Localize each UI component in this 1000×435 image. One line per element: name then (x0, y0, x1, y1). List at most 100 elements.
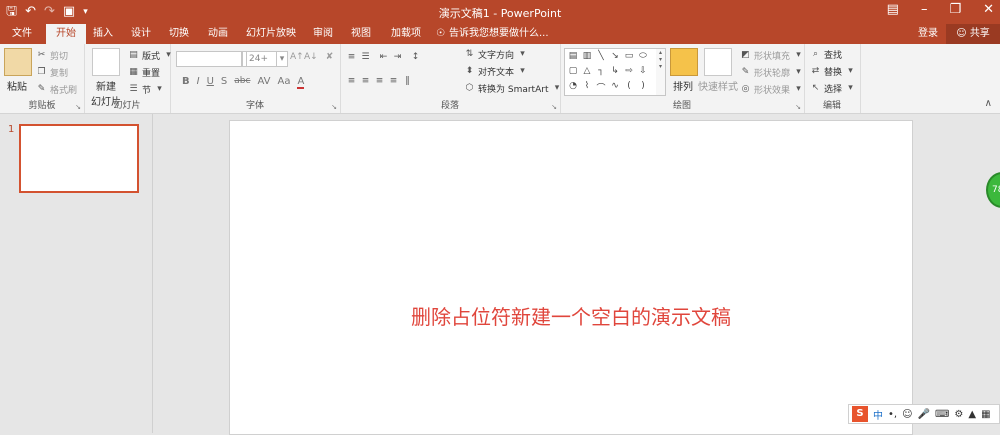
dialog-launcher-icon[interactable]: ↘ (75, 103, 81, 111)
find-button[interactable]: ⌕ 查找 (810, 48, 842, 61)
share-button[interactable]: ☺ 共享 (946, 24, 1000, 44)
apps-icon[interactable]: ▦ (981, 409, 990, 420)
ime-mode[interactable]: 中 (873, 407, 883, 422)
font-size-dropdown-icon[interactable]: ▾ (276, 51, 288, 67)
microphone-icon[interactable]: 🎤 (918, 409, 930, 420)
bold-button[interactable]: B (182, 76, 190, 89)
italic-button[interactable]: I (197, 76, 200, 89)
pie-shape-icon[interactable]: ◔ (567, 81, 579, 91)
curve-shape-icon[interactable]: ⌇ (581, 81, 593, 91)
format-painter-button[interactable]: ✎ 格式刷 (36, 83, 77, 96)
right-arrow-shape-icon[interactable]: ⇨ (623, 66, 635, 76)
font-color-button[interactable]: A (297, 76, 305, 89)
shapes-gallery[interactable]: ▤ ▥ ╲ ↘ ▭ ⬭ ▢ △ ┐ ↳ ⇨ ⇩ ◔ ⌇ ⌒ ∿ ( ) (564, 48, 658, 96)
paste-label: 粘贴 (7, 82, 27, 93)
tab-review[interactable]: 审阅 (308, 24, 338, 44)
sogou-logo-icon[interactable]: S (852, 406, 868, 422)
shapes-gallery-scroll[interactable]: ▴ ▾ ▾ (656, 48, 666, 96)
bullets-icon[interactable]: ≡ (346, 52, 357, 63)
close-icon[interactable]: ✕ (983, 2, 994, 17)
tab-file[interactable]: 文件 (4, 24, 40, 44)
change-case-button[interactable]: Aa (278, 76, 291, 89)
elbow-connector-shape-icon[interactable]: ┐ (595, 66, 607, 76)
paste-button[interactable]: 粘贴 (4, 48, 32, 93)
align-right-icon[interactable]: ≡ (374, 76, 385, 87)
arrow-line-shape-icon[interactable]: ↘ (609, 51, 621, 61)
char-spacing-button[interactable]: AV (257, 76, 270, 89)
quick-styles-button[interactable]: 快速样式 (698, 48, 738, 93)
tab-view[interactable]: 视图 (346, 24, 376, 44)
section-button[interactable]: ☰ 节 ▾ (128, 83, 165, 96)
dialog-launcher-icon[interactable]: ↘ (551, 103, 557, 111)
down-arrow-shape-icon[interactable]: ⇩ (637, 66, 649, 76)
slide-thumbnail[interactable] (19, 124, 139, 193)
copy-button[interactable]: ❐ 复制 (36, 66, 68, 79)
align-left-icon[interactable]: ≡ (346, 76, 357, 87)
left-brace-shape-icon[interactable]: ( (623, 81, 635, 91)
tab-transitions[interactable]: 切换 (164, 24, 194, 44)
reset-button[interactable]: ▦ 重置 (128, 66, 160, 79)
chevron-down-icon: ▾ (848, 66, 853, 76)
tell-me-box[interactable]: ☉ 告诉我您想要做什么... (436, 24, 549, 44)
increase-indent-icon[interactable]: ⇥ (392, 52, 403, 63)
cut-button[interactable]: ✂ 剪切 (36, 49, 68, 62)
tab-insert[interactable]: 插入 (88, 24, 118, 44)
clear-format-icon[interactable]: ✘ (324, 52, 335, 63)
select-button[interactable]: ↖ 选择 ▾ (810, 82, 856, 95)
skin-icon[interactable]: ▲ (968, 409, 976, 420)
punctuation-icon[interactable]: •, (888, 409, 897, 420)
login-link[interactable]: 登录 (918, 24, 938, 44)
underline-button[interactable]: U (207, 76, 214, 89)
oval-shape-icon[interactable]: ⬭ (637, 51, 649, 61)
tab-animations[interactable]: 动画 (203, 24, 233, 44)
slide-canvas[interactable]: 删除占位符新建一个空白的演示文稿 (229, 120, 913, 435)
align-text-button[interactable]: ⬍ 对齐文本 ▾ (464, 65, 528, 78)
smartart-button[interactable]: ⬡ 转换为 SmartArt ▾ (464, 82, 562, 95)
tab-addins[interactable]: 加载项 (386, 24, 426, 44)
emoji-icon[interactable]: ☺ (902, 409, 912, 420)
align-center-icon[interactable]: ≡ (360, 76, 371, 87)
dialog-launcher-icon[interactable]: ↘ (795, 103, 801, 111)
tab-home[interactable]: 开始 (46, 24, 86, 44)
layout-button[interactable]: ▤ 版式 ▾ (128, 49, 174, 62)
replace-button[interactable]: ⇄ 替换 ▾ (810, 65, 856, 78)
wave-shape-icon[interactable]: ∿ (609, 81, 621, 91)
textbox-shape-icon[interactable]: ▤ (567, 51, 579, 61)
strikethrough-button[interactable]: abc (234, 76, 250, 89)
triangle-shape-icon[interactable]: △ (581, 66, 593, 76)
font-name-select[interactable] (176, 51, 242, 67)
elbow-arrow-shape-icon[interactable]: ↳ (609, 66, 621, 76)
group-label-font: 字体 (245, 101, 264, 111)
rounded-rectangle-shape-icon[interactable]: ▢ (567, 66, 579, 76)
columns-icon[interactable]: ‖ (402, 76, 413, 87)
shadow-button[interactable]: S (221, 76, 227, 89)
line-spacing-icon[interactable]: ↕ (410, 52, 421, 63)
font-size-select[interactable]: 24+ (246, 51, 278, 67)
restore-icon[interactable]: ❐ (949, 2, 961, 17)
right-brace-shape-icon[interactable]: ) (637, 81, 649, 91)
decrease-indent-icon[interactable]: ⇤ (378, 52, 389, 63)
arc-shape-icon[interactable]: ⌒ (595, 81, 607, 94)
rectangle-shape-icon[interactable]: ▭ (623, 51, 635, 61)
line-shape-icon[interactable]: ╲ (595, 51, 607, 61)
tab-design[interactable]: 设计 (126, 24, 156, 44)
tab-slideshow[interactable]: 幻灯片放映 (244, 24, 298, 44)
collapse-ribbon-icon[interactable]: ∧ (985, 98, 992, 109)
shrink-font-icon[interactable]: A↓ (304, 52, 318, 63)
tools-icon[interactable]: ⚙ (954, 409, 963, 420)
text-direction-label: 文字方向 (478, 51, 515, 61)
shape-outline-button[interactable]: ✎ 形状轮廓 ▾ (740, 66, 804, 79)
minimize-icon[interactable]: – (921, 2, 928, 17)
grow-font-icon[interactable]: A↑ (290, 52, 304, 63)
arrange-button[interactable]: 排列 (670, 48, 698, 93)
dialog-launcher-icon[interactable]: ↘ (331, 103, 337, 111)
shape-fill-button[interactable]: ◩ 形状填充 ▾ (740, 49, 804, 62)
ribbon-display-icon[interactable]: ▤ (887, 2, 899, 17)
keyboard-icon[interactable]: ⌨ (935, 409, 949, 420)
shape-effects-button[interactable]: ◎ 形状效果 ▾ (740, 83, 804, 96)
vertical-textbox-shape-icon[interactable]: ▥ (581, 51, 593, 61)
numbering-icon[interactable]: ☰ (360, 52, 371, 63)
justify-icon[interactable]: ≡ (388, 76, 399, 87)
text-direction-button[interactable]: ⇅ 文字方向 ▾ (464, 48, 528, 61)
ribbon-tabs: 文件 开始 插入 设计 切换 动画 幻灯片放映 审阅 视图 加载项 ☉ 告诉我您… (0, 24, 1000, 44)
